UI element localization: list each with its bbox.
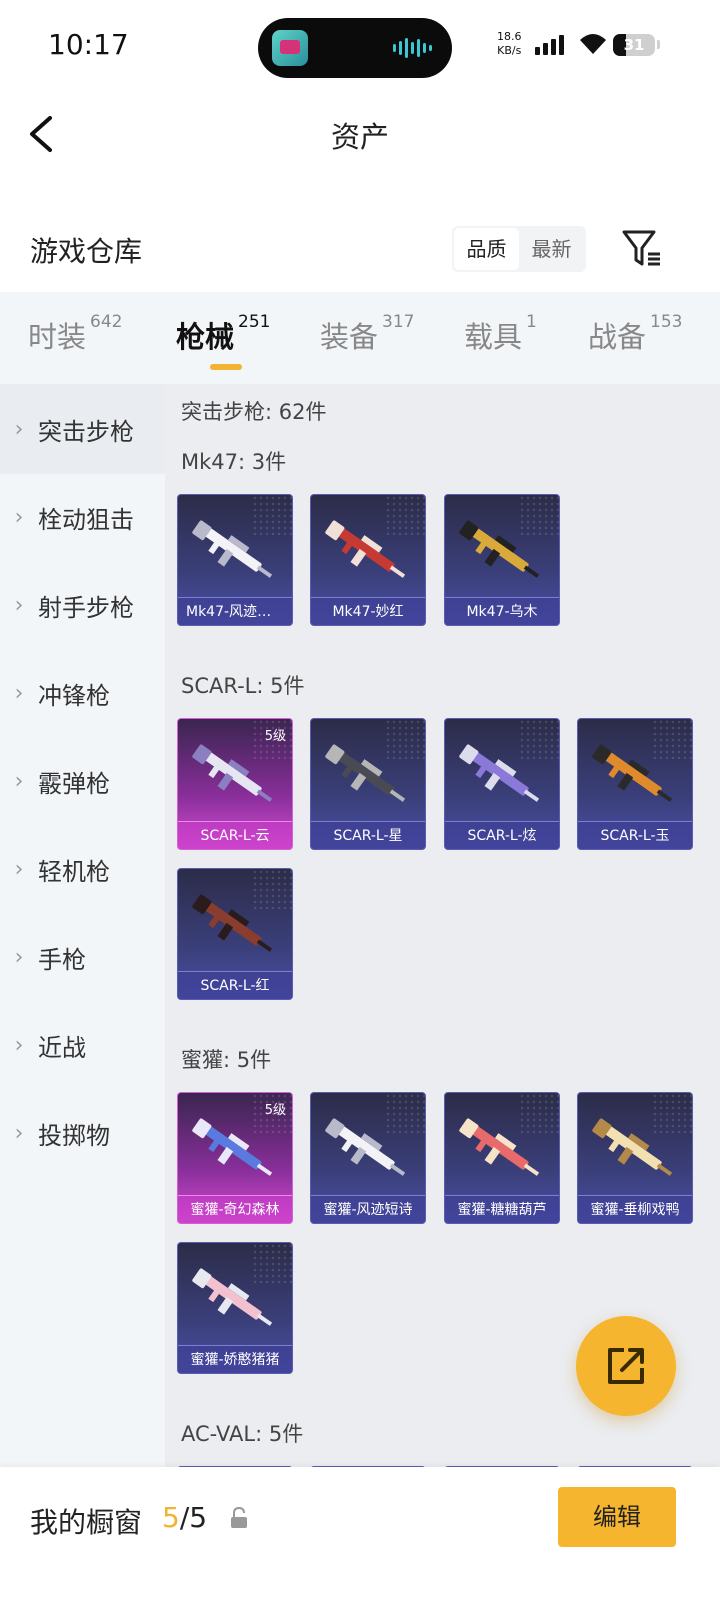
net-speed-unit: KB/s [497,44,522,57]
weapon-card-scar-l[interactable]: SCAR-L-玉 [577,718,693,850]
sidebar-item-bolt-sniper[interactable]: › 栓动狙击 [0,472,165,562]
share-button[interactable] [576,1316,676,1416]
category-tabs: 时装 642 枪械 251 装备 317 载具 1 战备 153 [0,292,720,384]
rifle-icon [592,1118,673,1176]
chevron-right-icon: › [14,1032,24,1058]
tab-vehicles[interactable]: 载具 1 [464,312,537,356]
card-label: SCAR-L-玉 [578,821,692,849]
weapon-card-mk47[interactable]: Mk47-风迹短诗 [177,494,293,626]
bottom-bar: 我的橱窗 5/5 编辑 [0,1467,720,1600]
rifle-icon [192,1268,273,1326]
sidebar-item-throwable[interactable]: › 投掷物 [0,1088,165,1178]
rifle-icon [192,744,273,802]
header: 资产 [0,92,720,178]
weapon-card-honey-badger[interactable]: 蜜獾-垂柳戏鸭 [577,1092,693,1224]
status-bar: 10:17 18.6 KB/s 31 [0,0,720,92]
weapon-card-scar-l[interactable]: SCAR-L-星 [310,718,426,850]
sort-newest[interactable]: 最新 [519,228,584,270]
app-icon [272,30,308,66]
card-level-badge: 5级 [264,729,286,744]
sidebar-item-shotgun[interactable]: › 霰弹枪 [0,736,165,826]
sidebar-item-melee[interactable]: › 近战 [0,1000,165,1090]
group-title-ac-val: AC-VAL: 5件 [181,1422,304,1446]
weapon-type-sidebar: › 突击步枪 › 栓动狙击 › 射手步枪 › 冲锋枪 › 霰弹枪 › 轻机枪 › 手枪 › 近战… [0,384,165,1492]
tab-equipment[interactable]: 装备 317 [320,312,414,356]
net-speed-value: 18.6 [497,30,522,43]
status-time: 10:17 [48,28,129,61]
card-label: SCAR-L-星 [311,821,425,849]
rifle-icon [325,744,406,802]
sort-quality[interactable]: 品质 [454,228,519,270]
sidebar-item-lmg[interactable]: › 轻机枪 [0,824,165,914]
chevron-right-icon: › [14,768,24,794]
rifle-icon [459,520,540,578]
rifle-icon [192,520,273,578]
page-title: 资产 [330,120,389,154]
category-title: 突击步枪: 62件 [181,400,327,424]
rifle-icon [325,520,406,578]
chevron-right-icon: › [14,504,24,530]
card-label: 蜜獾-娇憨猪猪 [178,1345,292,1373]
group-title-mk47: Mk47: 3件 [181,450,287,474]
card-label: SCAR-L-云 [178,821,292,849]
sidebar-item-pistol[interactable]: › 手枪 [0,912,165,1002]
sort-toggle: 品质 最新 [452,226,586,272]
weapon-card-honey-badger[interactable]: 蜜獾-娇憨猪猪 [177,1242,293,1374]
edit-button[interactable]: 编辑 [558,1487,676,1547]
filter-icon[interactable] [620,226,664,270]
wifi-icon [580,34,606,54]
card-label: SCAR-L-红 [178,971,292,999]
net-speed: 18.6 KB/s [497,30,522,58]
weapon-card-mk47[interactable]: Mk47-妙红 [310,494,426,626]
card-label: 蜜獾-风迹短诗 [311,1195,425,1223]
chevron-right-icon: › [14,592,24,618]
card-label: 蜜獾-垂柳戏鸭 [578,1195,692,1223]
card-label: 蜜獾-奇幻森林 [178,1195,292,1223]
battery-level: 31 [623,36,645,54]
group-title-scar-l: SCAR-L: 5件 [181,674,305,698]
sidebar-item-marksman-rifle[interactable]: › 射手步枪 [0,560,165,650]
tab-firearms[interactable]: 枪械 251 [176,312,270,356]
dynamic-island[interactable] [258,18,452,78]
card-label: SCAR-L-炫 [445,821,559,849]
rifle-icon [192,894,273,952]
group-title-honey-badger: 蜜獾: 5件 [181,1048,272,1072]
card-level-badge: 5级 [264,1103,286,1118]
battery-icon: 31 [613,34,655,56]
rifle-icon [592,744,673,802]
share-out-icon [608,1348,644,1384]
chevron-right-icon: › [14,680,24,706]
card-label: 蜜獾-糖糖葫芦 [445,1195,559,1223]
tab-supplies[interactable]: 战备 153 [588,312,682,356]
warehouse-row: 游戏仓库 品质 最新 [0,210,720,290]
weapon-card-honey-badger[interactable]: 蜜獾-风迹短诗 [310,1092,426,1224]
signal-icon [535,35,564,55]
sidebar-item-assault-rifle[interactable]: › 突击步枪 [0,384,165,474]
weapon-card-scar-l[interactable]: 5级 SCAR-L-云 [177,718,293,850]
weapon-card-mk47[interactable]: Mk47-乌木 [444,494,560,626]
chevron-right-icon: › [14,856,24,882]
showcase-count: 5/5 [162,1501,208,1534]
weapon-card-honey-badger[interactable]: 蜜獾-糖糖葫芦 [444,1092,560,1224]
card-label: Mk47-风迹短诗 [178,597,292,625]
chevron-right-icon: › [14,1120,24,1146]
tab-fashion[interactable]: 时装 642 [28,312,122,356]
weapon-card-honey-badger[interactable]: 5级蜜獾-奇幻森林 [177,1092,293,1224]
card-label: Mk47-乌木 [445,597,559,625]
rifle-icon [325,1118,406,1176]
showcase-label: 我的橱窗 [30,1506,143,1539]
warehouse-title: 游戏仓库 [30,235,143,268]
rifle-icon [459,1118,540,1176]
active-tab-indicator [210,364,242,370]
weapon-card-scar-l[interactable]: SCAR-L-炫 [444,718,560,850]
weapon-card-scar-l[interactable]: SCAR-L-红 [177,868,293,1000]
card-label: Mk47-妙红 [311,597,425,625]
lock-icon [231,1507,247,1528]
rifle-icon [192,1118,273,1176]
audio-wave-icon [393,38,432,58]
sidebar-item-smg[interactable]: › 冲锋枪 [0,648,165,738]
chevron-right-icon: › [14,944,24,970]
rifle-icon [459,744,540,802]
chevron-right-icon: › [14,416,24,442]
